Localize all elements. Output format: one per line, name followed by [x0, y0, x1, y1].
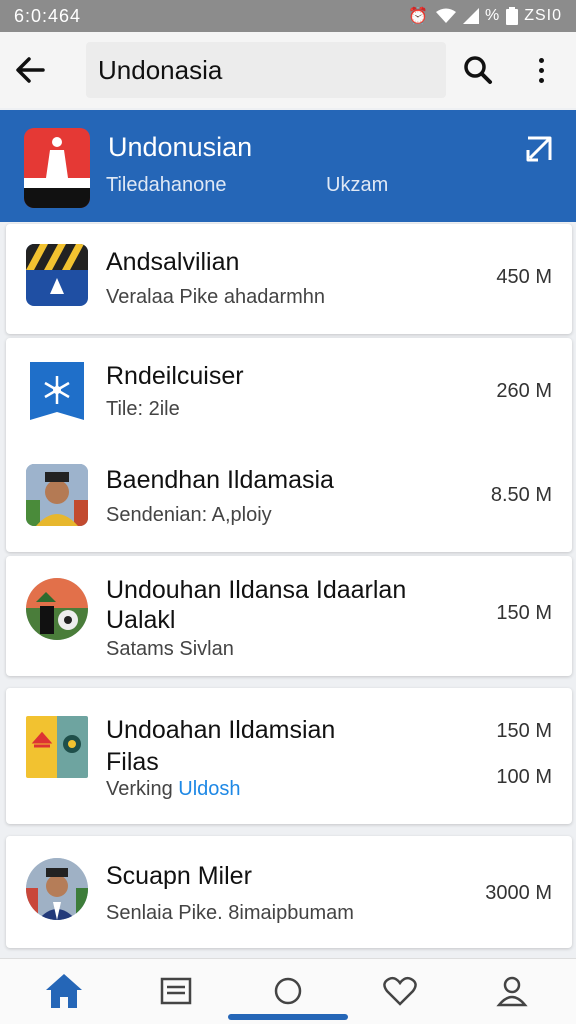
item-size-2: 100 M: [496, 766, 552, 788]
list-card-5[interactable]: Scuapn Miler Senlaia Pike. 8imaipbumam 3…: [6, 836, 572, 948]
item-title: Rndeilcuiser: [106, 362, 244, 390]
back-button[interactable]: [0, 32, 60, 108]
status-time: 6:0:464: [14, 5, 82, 26]
item-size: 8.50 M: [490, 484, 552, 506]
battery-icon: [506, 7, 519, 25]
list-item[interactable]: Baendhan Ildamasia Sendenian: A,ploiy 8.…: [6, 444, 572, 552]
home-icon: [46, 974, 82, 1008]
app-icon-rndeilcuiser: [26, 360, 88, 422]
circle-icon: [274, 977, 302, 1005]
list-card-1[interactable]: Andsalvilian Veralaa Pike ahadarmhn 450 …: [6, 224, 572, 334]
wifi-icon: [435, 8, 456, 23]
app-icon-scuapn: [26, 858, 88, 920]
item-title: Scuapn Miler: [106, 862, 252, 890]
item-desc: Verking Uldosh: [106, 778, 241, 801]
nav-profile[interactable]: [490, 971, 534, 1011]
item-size: 260 M: [496, 380, 552, 402]
item-title: Baendhan Ildamasia: [106, 466, 334, 494]
banner-title: Undonusian: [108, 132, 253, 162]
app-icon-andsalvilian: [26, 244, 88, 306]
app-bar: Undonasia: [0, 32, 576, 108]
person-icon: [496, 976, 528, 1007]
nav-active-indicator: [228, 1014, 348, 1020]
list-item[interactable]: Undoahan Ildamsian Filas Verking Uldosh …: [6, 688, 572, 824]
item-title-line-2: Ualakl: [106, 606, 176, 634]
status-bar: 6:0:464 ⏰ % ZSI0: [0, 0, 576, 32]
item-size: 450 M: [496, 266, 552, 288]
item-desc-link[interactable]: Uldosh: [178, 778, 240, 800]
open-external-icon[interactable]: [524, 134, 554, 164]
item-desc: Sendenian: A,ploiy: [106, 504, 272, 526]
app-icon-undoahan: [26, 716, 88, 778]
list-card-2: Rndeilcuiser Tile: 2ile 260 M Baendhan I…: [6, 338, 572, 552]
app-icon-undouhan: [26, 578, 88, 640]
item-title: Andsalvilian: [106, 248, 240, 276]
list-card-3[interactable]: Undouhan Ildansa Idaarlan Ualakl Satams …: [6, 556, 572, 676]
item-desc: Satams Sivlan: [106, 638, 234, 660]
app-logo: [24, 128, 90, 208]
item-size: 3000 M: [485, 882, 552, 904]
item-size: 150 M: [496, 720, 552, 742]
signal-icon: [462, 8, 479, 24]
search-button[interactable]: [458, 50, 498, 90]
status-icons: ⏰ % ZSI0: [408, 6, 562, 26]
item-title-line-2: Filas: [106, 748, 159, 776]
item-title: Undoahan Ildamsian: [106, 716, 336, 744]
alarm-icon: ⏰: [408, 8, 429, 25]
percent-icon: %: [484, 7, 501, 24]
nav-home[interactable]: [42, 971, 86, 1011]
item-title: Undouhan Ildansa Idaarlan: [106, 576, 407, 604]
list-item[interactable]: Rndeilcuiser Tile: 2ile 260 M: [6, 338, 572, 444]
nav-list[interactable]: [154, 971, 198, 1011]
back-arrow-icon: [16, 57, 45, 83]
app-icon-baendhan: [26, 464, 88, 526]
banner-subtitle: Tiledahanone: [106, 174, 227, 196]
list-card-4[interactable]: Undoahan Ildamsian Filas Verking Uldosh …: [6, 688, 572, 824]
heart-icon: [383, 976, 417, 1006]
item-desc: Senlaia Pike. 8imaipbumam: [106, 902, 354, 924]
nav-favorites[interactable]: [378, 971, 422, 1011]
item-size: 150 M: [496, 602, 552, 624]
nav-circle[interactable]: [266, 971, 310, 1011]
app-banner[interactable]: Undonusian Tiledahanone Ukzam: [0, 110, 576, 222]
more-vert-icon: [538, 57, 544, 63]
status-right-text: ZSI0: [524, 7, 562, 24]
page-title: Undonasia: [86, 42, 446, 98]
search-icon: [464, 56, 492, 84]
list-item[interactable]: Scuapn Miler Senlaia Pike. 8imaipbumam 3…: [6, 836, 572, 948]
list-icon: [160, 977, 192, 1005]
list-item[interactable]: Undouhan Ildansa Idaarlan Ualakl Satams …: [6, 556, 572, 676]
banner-subtitle-2: Ukzam: [326, 174, 389, 196]
list-item[interactable]: Andsalvilian Veralaa Pike ahadarmhn 450 …: [6, 224, 572, 334]
more-options-button[interactable]: [526, 50, 556, 90]
item-desc: Veralaa Pike ahadarmhn: [106, 286, 326, 308]
item-desc-text: Verking: [106, 778, 173, 800]
item-desc: Tile: 2ile: [106, 398, 180, 420]
